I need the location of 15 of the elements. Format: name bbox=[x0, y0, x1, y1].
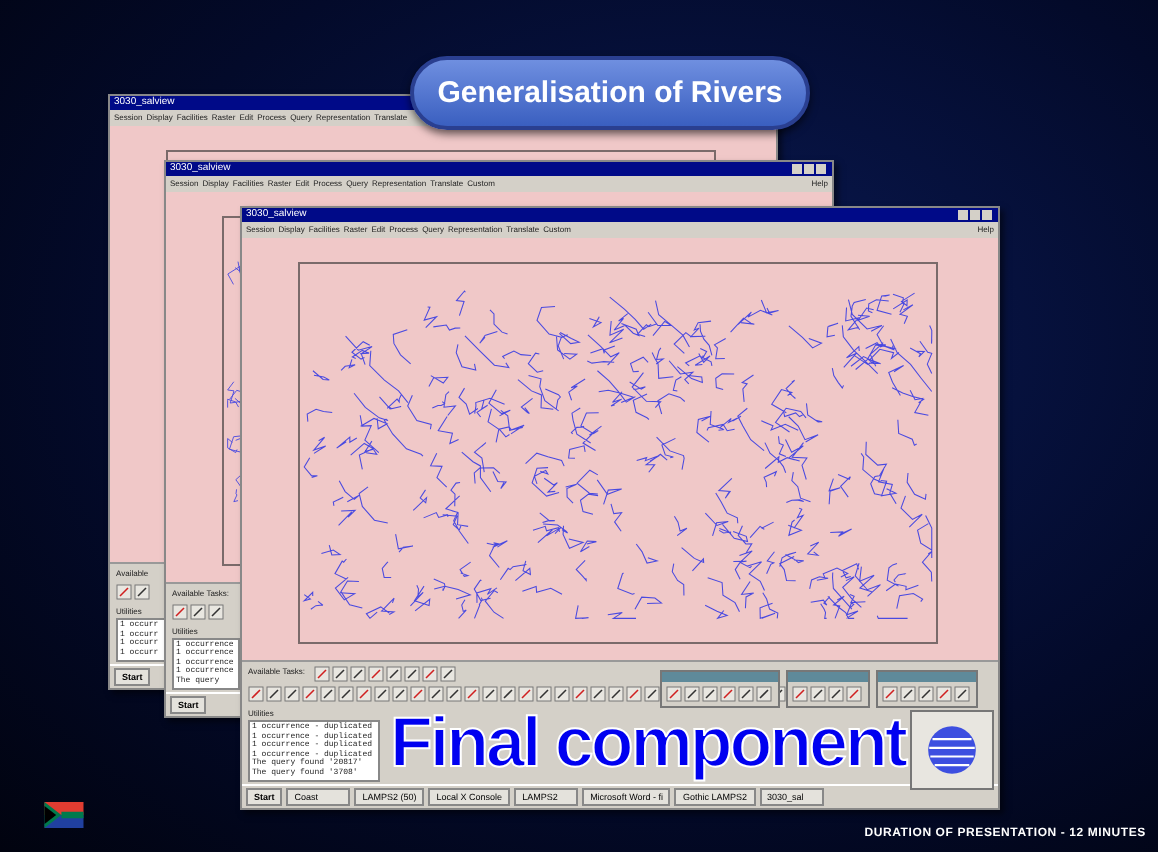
globe-icon bbox=[926, 724, 978, 776]
slide-caption: Final component bbox=[390, 706, 905, 782]
window-controls-icon[interactable] bbox=[958, 210, 994, 220]
palette-title-bar bbox=[788, 672, 868, 682]
slide-title: Generalisation of Rivers bbox=[410, 56, 810, 130]
toolbar-icons-drawing[interactable] bbox=[666, 686, 774, 702]
toolbar-icons-drawing[interactable] bbox=[313, 666, 458, 682]
window-controls-icon[interactable] bbox=[792, 164, 828, 174]
flag-icon bbox=[44, 802, 84, 828]
toolbar-icons-drawing[interactable] bbox=[116, 584, 152, 600]
toolbar-icons-drawing[interactable] bbox=[792, 686, 864, 702]
toolbar-icons-drawing[interactable] bbox=[882, 686, 972, 702]
palette-title-bar bbox=[662, 672, 778, 682]
toolbar-icons-drawing[interactable] bbox=[172, 603, 226, 619]
palette-title-bar bbox=[878, 672, 976, 682]
